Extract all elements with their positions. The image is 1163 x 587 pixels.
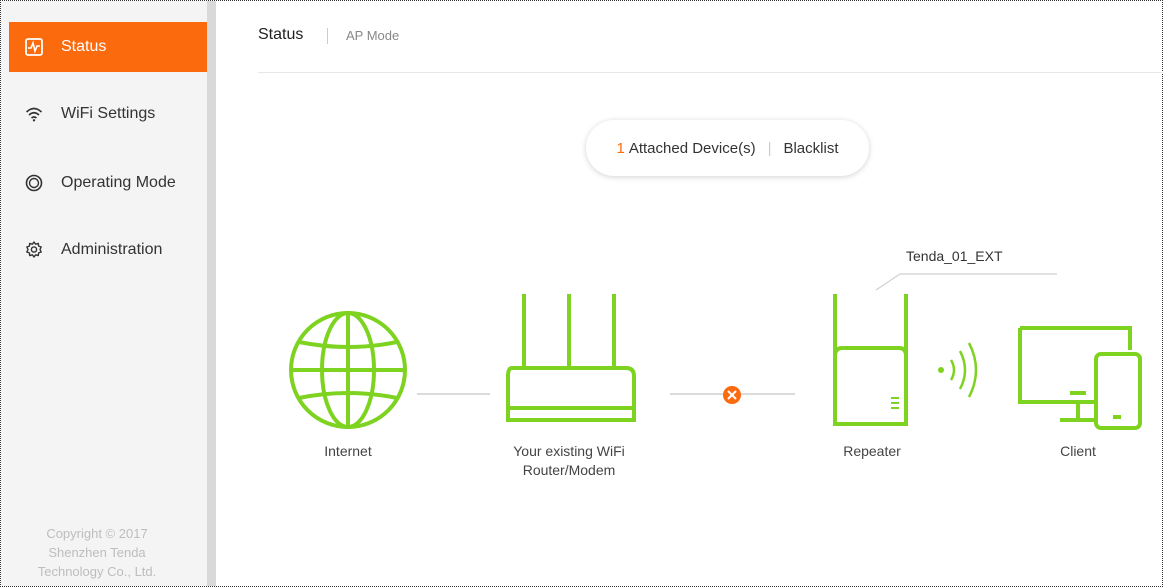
repeater-indicator — [891, 397, 899, 409]
internet-label: Internet — [324, 443, 372, 459]
repeater-ssid: Tenda_01_EXT — [906, 248, 1003, 264]
client-monitor-icon — [1018, 326, 1132, 422]
client-label: Client — [1060, 443, 1096, 459]
repeater-label: Repeater — [843, 443, 901, 459]
client-phone-icon — [1094, 352, 1142, 430]
router-label-line: Your existing WiFi — [513, 443, 625, 459]
network-topology-diagram — [289, 273, 1142, 430]
disconnected-icon — [723, 386, 741, 404]
repeater-icon — [833, 294, 908, 426]
globe-icon — [289, 311, 407, 429]
wireless-signal-icon — [938, 342, 978, 398]
router-label-line: Router/Modem — [522, 462, 616, 478]
ssid-leader-line — [875, 273, 901, 291]
router-icon — [506, 294, 636, 422]
router-label: Your existing WiFi Router/Modem — [494, 442, 644, 480]
